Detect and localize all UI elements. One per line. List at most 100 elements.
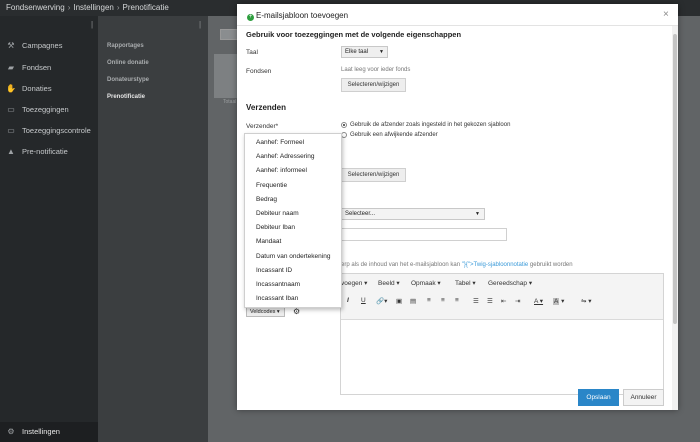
- breadcrumb-item-current: Prenotificatie: [122, 3, 169, 12]
- dropdown-item[interactable]: Bedrag: [245, 193, 341, 207]
- image-icon[interactable]: ▣: [396, 297, 402, 305]
- breadcrumb-item[interactable]: Instellingen: [73, 3, 113, 12]
- gear-icon[interactable]: ⚙: [293, 307, 300, 316]
- sender-radio-template[interactable]: [341, 122, 347, 128]
- breadcrumb-separator-icon: ›: [116, 3, 120, 12]
- subnav-item-online-donatie[interactable]: Online donatie: [98, 55, 208, 71]
- sidebar-item-fondsen[interactable]: ▰ Fondsen: [0, 59, 98, 77]
- subnav-item-donateurstype[interactable]: Donateurstype: [98, 72, 208, 88]
- media-icon[interactable]: ▤: [410, 297, 416, 305]
- cancel-button[interactable]: Annuleer: [623, 389, 664, 406]
- subnav-item-rapportages[interactable]: Rapportages: [98, 38, 208, 54]
- dropdown-item[interactable]: Aanhef: Adressering: [245, 150, 341, 164]
- fondsen-label: Fondsen: [246, 68, 272, 75]
- underline-icon[interactable]: U: [361, 297, 366, 304]
- sidebar-item-instellingen[interactable]: ⚙ Instellingen: [0, 422, 98, 442]
- card-check-icon: ▭: [7, 126, 15, 135]
- align-left-icon[interactable]: ≡: [427, 297, 431, 304]
- save-button[interactable]: Opslaan: [578, 389, 619, 406]
- sidebar-item-label: Donaties: [22, 84, 52, 93]
- dropdown-item[interactable]: Incassant Iban: [245, 292, 341, 306]
- scrollbar-thumb[interactable]: [673, 34, 677, 324]
- variables-dropdown: Aanhef: Formeel Aanhef: Adressering Aanh…: [244, 133, 342, 308]
- sender-select-button[interactable]: Selecteren/wijzigen: [341, 168, 406, 182]
- sender-field-select[interactable]: Selecteer... ▼: [341, 208, 485, 220]
- warning-icon: ▲: [7, 147, 15, 156]
- sidebar-item-label: Toezeggingscontrole: [22, 126, 91, 135]
- subnav-item-prenotificatie[interactable]: Prenotificatie: [98, 89, 208, 105]
- bullet-list-icon[interactable]: ☰: [473, 297, 479, 305]
- special-char-icon[interactable]: ⇋ ▾: [581, 297, 592, 305]
- sender-field-select-value: Selecteer...: [345, 211, 376, 217]
- modal-title-text: E-mailsjabloon toevoegen: [256, 11, 349, 20]
- wrench-icon: ⚒: [7, 41, 15, 50]
- link-icon[interactable]: 🔗▾: [376, 297, 387, 305]
- email-template-modal: + E-mailsjabloon toevoegen × Gebruik voor…: [237, 4, 678, 410]
- dropdown-item[interactable]: Aanhef: Formeel: [245, 136, 341, 150]
- fondsen-hint: Laat leeg voor ieder fonds: [341, 67, 411, 73]
- numbered-list-icon[interactable]: ☰: [487, 297, 493, 305]
- sidebar-item-label: Instellingen: [22, 427, 60, 436]
- rich-text-editor[interactable]: voegen ▾ Beeld ▾ Opmaak ▾ Tabel ▾ Gereed…: [340, 273, 664, 395]
- breadcrumb-item[interactable]: Fondsenwerving: [6, 3, 65, 12]
- sidebar-item-campagnes[interactable]: ⚒ Campagnes: [0, 37, 98, 55]
- body-hint: erp als de inhoud van het e-mailsjabloon…: [341, 262, 573, 268]
- sidebar-collapse-icon[interactable]: |: [91, 20, 93, 29]
- dropdown-item[interactable]: Datum van ondertekening: [245, 250, 341, 264]
- gear-icon: ⚙: [7, 427, 15, 436]
- section-usage-heading: Gebruik voor toezeggingen met de volgend…: [246, 30, 462, 39]
- close-icon[interactable]: ×: [663, 9, 669, 20]
- sidebar-item-toezeggingen[interactable]: ▭ Toezeggingen: [0, 101, 98, 119]
- sidebar-item-label: Campagnes: [22, 41, 63, 50]
- dropdown-item[interactable]: Frequentie: [245, 179, 341, 193]
- body-hint-prefix: erp als de inhoud van het e-mailsjabloon…: [341, 262, 462, 268]
- italic-icon[interactable]: I: [347, 297, 349, 304]
- modal-header-divider: [237, 25, 678, 26]
- menu-opmaak[interactable]: Opmaak ▾: [411, 279, 441, 287]
- add-circle-icon: +: [247, 14, 254, 21]
- align-center-icon[interactable]: ≡: [441, 297, 445, 304]
- dropdown-item[interactable]: Debiteur naam: [245, 207, 341, 221]
- text-color-icon[interactable]: A ▾: [534, 297, 543, 305]
- sidebar-item-donaties[interactable]: ✋ Donaties: [0, 80, 98, 98]
- sender-radio-custom-label: Gebruik een afwijkende afzender: [350, 132, 438, 138]
- variables-button[interactable]: Veldcodes ▾: [246, 307, 285, 317]
- sender-radio-template-label: Gebruik de afzender zoals ingesteld in h…: [350, 122, 511, 128]
- background-color-icon[interactable]: A ▾: [553, 297, 564, 305]
- taal-label: Taal: [246, 49, 258, 56]
- section-sender-heading: Verzenden: [246, 103, 287, 112]
- caret-down-icon: ▼: [475, 211, 480, 217]
- taal-select-value: Elke taal: [345, 49, 369, 55]
- subnav-collapse-icon[interactable]: |: [199, 20, 201, 29]
- dropdown-item[interactable]: Mandaat: [245, 235, 341, 249]
- align-right-icon[interactable]: ≡: [455, 297, 459, 304]
- caret-down-icon: ▼: [379, 49, 384, 55]
- dropdown-item[interactable]: Incassantnaam: [245, 278, 341, 292]
- sidebar-item-label: Pre-notificatie: [22, 147, 68, 156]
- sidebar-item-toezeggingscontrole[interactable]: ▭ Toezeggingscontrole: [0, 122, 98, 140]
- breadcrumb-separator-icon: ›: [67, 3, 71, 12]
- indent-icon[interactable]: ⇥: [515, 297, 520, 305]
- sidebar-item-pre-notificatie[interactable]: ▲ Pre-notificatie: [0, 143, 98, 161]
- subject-input[interactable]: [341, 228, 507, 241]
- modal-scrollbar[interactable]: [672, 26, 678, 410]
- dropdown-item[interactable]: Aanhef: informeel: [245, 164, 341, 178]
- menu-gereedschap[interactable]: Gereedschap ▾: [488, 279, 532, 287]
- sender-label: Verzender*: [246, 123, 279, 130]
- sidebar-item-label: Toezeggingen: [22, 105, 69, 114]
- handshake-icon: ✋: [6, 84, 16, 93]
- twig-link[interactable]: "}{">Twig-sjabloonnotatie: [462, 262, 528, 268]
- modal-title: + E-mailsjabloon toevoegen: [247, 11, 348, 21]
- fondsen-select-button[interactable]: Selecteren/wijzigen: [341, 78, 406, 92]
- menu-tabel[interactable]: Tabel ▾: [455, 279, 476, 287]
- menu-beeld[interactable]: Beeld ▾: [378, 279, 400, 287]
- body-hint-suffix: gebruikt worden: [528, 262, 573, 268]
- credit-card-icon: ▭: [7, 105, 15, 114]
- dropdown-item[interactable]: Incassant ID: [245, 264, 341, 278]
- outdent-icon[interactable]: ⇤: [501, 297, 506, 305]
- sidebar-item-label: Fondsen: [22, 63, 52, 72]
- taal-select[interactable]: Elke taal ▼: [341, 46, 388, 58]
- dropdown-item[interactable]: Debiteur Iban: [245, 221, 341, 235]
- background-tab-text: Totaal: [223, 99, 237, 105]
- menu-invoegen[interactable]: voegen ▾: [341, 279, 367, 287]
